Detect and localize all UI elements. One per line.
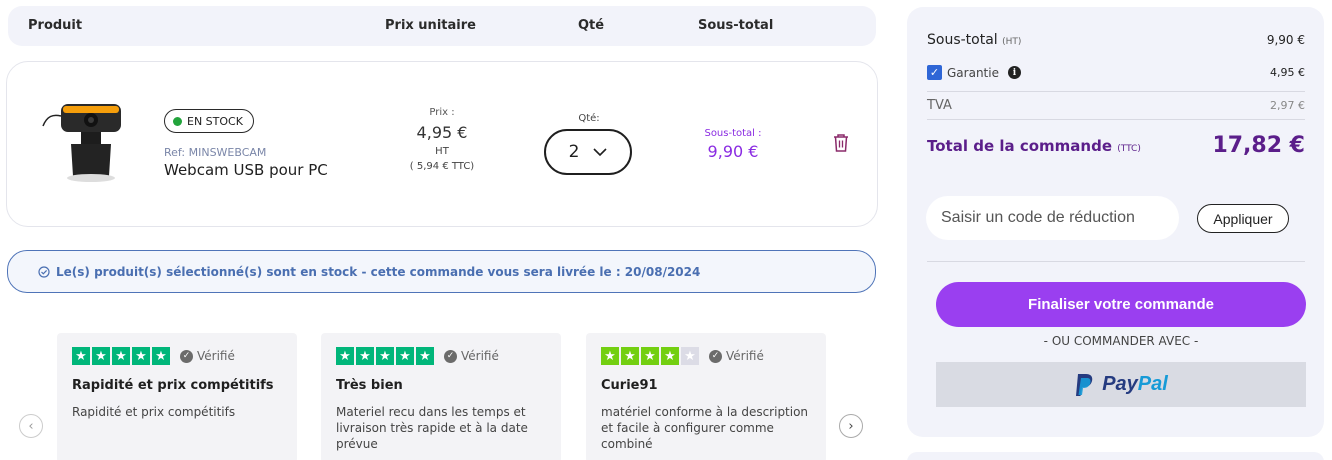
price-ht-label: HT [435, 146, 449, 157]
review-title: Curie91 [601, 378, 658, 393]
carousel-prev-button[interactable]: ‹ [19, 414, 43, 438]
review-body: Rapidité et prix compétitifs [72, 405, 236, 419]
review-stars: ★ ★ ★ ★ ★ ✓ Vérifié [601, 347, 811, 365]
verified-check-icon: ✓ [709, 349, 722, 363]
review-title: Très bien [336, 378, 403, 393]
webcam-image[interactable] [41, 96, 131, 186]
warranty-option[interactable]: ✓ Garantie i [927, 65, 1021, 80]
review-body: matériel conforme à la description et fa… [601, 405, 809, 451]
review-stars: ★ ★ ★ ★ ★ ✓ Vérifié [336, 347, 546, 365]
star-icon: ★ [132, 347, 150, 365]
info-icon[interactable]: i [1007, 66, 1021, 79]
verified-label: Vérifié [461, 349, 499, 363]
delivery-banner-text: Le(s) produit(s) sélectionné(s) sont en … [56, 264, 701, 279]
verified-badge: ✓ Vérifié [444, 349, 499, 363]
summary-subtotal-value: 9,90 € [1266, 33, 1305, 47]
stock-badge: EN STOCK [164, 109, 254, 133]
quantity-select[interactable]: 2 [544, 129, 632, 175]
trash-icon[interactable] [831, 132, 851, 154]
paypal-wordmark: PayPal [1102, 373, 1168, 395]
checkout-button[interactable]: Finaliser votre commande [936, 282, 1306, 327]
apply-promo-button[interactable]: Appliquer [1197, 204, 1289, 233]
carousel-next-button[interactable]: › [839, 414, 863, 438]
star-icon: ★ [112, 347, 130, 365]
paypal-logo-icon [1076, 373, 1093, 396]
star-icon: ★ [72, 347, 90, 365]
verified-check-icon: ✓ [444, 349, 457, 363]
cart-table-header: Produit Prix unitaire Qté Sous-total [8, 6, 876, 46]
review-stars: ★ ★ ★ ★ ★ ✓ Vérifié [72, 347, 282, 365]
warranty-checkbox[interactable]: ✓ [927, 65, 942, 80]
star-icon: ★ [396, 347, 414, 365]
divider [927, 261, 1305, 262]
unit-price: 4,95 € [416, 123, 468, 142]
price-ttc: ( 5,94 € TTC) [409, 161, 475, 172]
star-icon: ★ [92, 347, 110, 365]
header-subtotal: Sous-total [698, 18, 774, 33]
star-icon: ★ [152, 347, 170, 365]
subtotal-label: Sous-total : [704, 128, 762, 139]
paypal-button[interactable]: PayPal [936, 362, 1306, 407]
summary-subtotal-label: Sous-total (HT) [927, 32, 1022, 48]
quantity-label: Qté: [578, 113, 600, 124]
promo-code-input[interactable] [926, 196, 1179, 240]
review-title: Rapidité et prix compétitifs [72, 378, 274, 393]
review-card: ★ ★ ★ ★ ★ ✓ Vérifié Très bien Materiel recu da… [321, 333, 561, 460]
review-card: ★ ★ ★ ★ ★ ✓ Vérifié Rapidité et prix compétiti… [57, 333, 297, 460]
star-icon: ★ [661, 347, 679, 365]
star-icon: ★ [621, 347, 639, 365]
in-stock-dot-icon [173, 116, 182, 126]
chevron-down-icon [593, 148, 607, 157]
stock-badge-label: EN STOCK [187, 114, 243, 128]
star-icon: ★ [416, 347, 434, 365]
star-icon: ★ [641, 347, 659, 365]
tva-value: 2,97 € [1270, 99, 1305, 112]
star-icon: ★ [601, 347, 619, 365]
chevron-left-icon: ‹ [28, 418, 34, 434]
secondary-panel [907, 452, 1324, 460]
review-card: ★ ★ ★ ★ ★ ✓ Vérifié Curie91 matériel conforme … [586, 333, 826, 460]
divider [927, 119, 1305, 120]
price-label: Prix : [429, 107, 455, 118]
delivery-banner: Le(s) produit(s) sélectionné(s) sont en … [7, 250, 876, 293]
review-body: Materiel recu dans les temps et livraiso… [336, 405, 528, 451]
total-label: Total de la commande (TTC) [927, 136, 1141, 155]
verified-label: Vérifié [197, 349, 235, 363]
star-icon: ★ [681, 347, 699, 365]
summary-total-row: Total de la commande (TTC) 17,82 € [927, 133, 1305, 158]
summary-tva-row: TVA 2,97 € [927, 98, 1305, 113]
total-value: 17,82 € [1212, 133, 1305, 158]
divider [927, 91, 1305, 92]
warranty-label: Garantie [947, 65, 999, 80]
chevron-right-icon: › [848, 418, 854, 434]
warranty-value: 4,95 € [1270, 66, 1305, 79]
verified-check-icon: ✓ [180, 349, 193, 363]
header-unit-price: Prix unitaire [385, 18, 476, 33]
or-checkout-with-label: - OU COMMANDER AVEC - [1043, 334, 1199, 348]
order-summary-panel: Sous-total (HT) 9,90 € ✓ Garantie i 4,95… [907, 7, 1324, 437]
verified-badge: ✓ Vérifié [180, 349, 235, 363]
header-product: Produit [28, 18, 83, 33]
star-icon: ★ [336, 347, 354, 365]
subtotal-column: Sous-total : 9,90 € [693, 128, 773, 161]
header-quantity: Qté [578, 18, 605, 33]
star-icon: ★ [376, 347, 394, 365]
unit-price-column: Prix : 4,95 € HT ( 5,94 € TTC) [387, 107, 497, 172]
tva-label: TVA [927, 98, 952, 113]
product-name[interactable]: Webcam USB pour PC [164, 161, 328, 179]
verified-label: Vérifié [726, 349, 764, 363]
verified-badge: ✓ Vérifié [709, 349, 764, 363]
summary-warranty-row: ✓ Garantie i 4,95 € [927, 65, 1305, 80]
star-icon: ★ [356, 347, 374, 365]
quantity-value: 2 [568, 142, 580, 162]
cart-item-card: EN STOCK Ref: MINSWEBCAM Webcam USB pour… [6, 61, 878, 227]
item-subtotal: 9,90 € [707, 142, 759, 161]
check-circle-icon [38, 265, 50, 278]
product-ref: Ref: MINSWEBCAM [164, 146, 267, 159]
summary-subtotal-row: Sous-total (HT) 9,90 € [927, 32, 1305, 48]
